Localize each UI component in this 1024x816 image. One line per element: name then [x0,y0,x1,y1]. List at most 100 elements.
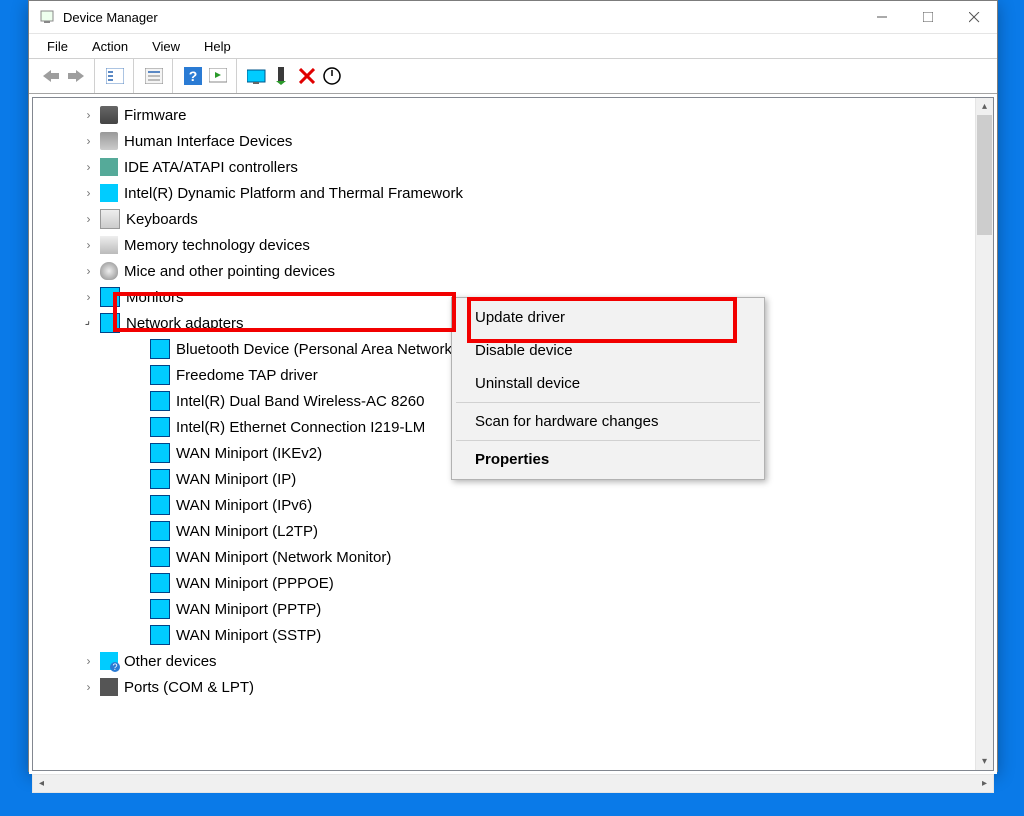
uninstall-device-button[interactable] [270,64,294,88]
menu-separator [456,402,760,403]
category-mice[interactable]: › Mice and other pointing devices [33,258,975,284]
memory-icon [100,236,118,254]
adapter-icon [150,625,170,645]
close-button[interactable] [951,1,997,33]
context-update-driver[interactable]: Update driver [455,301,761,334]
mouse-icon [100,262,118,280]
chevron-down-icon: › [78,313,99,334]
adapter-icon [150,365,170,385]
context-scan-hardware[interactable]: Scan for hardware changes [455,405,761,438]
category-firmware[interactable]: › Firmware [33,102,975,128]
chevron-right-icon: › [81,160,96,174]
tree-label: WAN Miniport (IPv6) [176,497,312,514]
minimize-button[interactable] [859,1,905,33]
horizontal-scrollbar[interactable]: ◂ ▸ [32,774,994,793]
device-wan-l2tp[interactable]: WAN Miniport (L2TP) [33,518,975,544]
tree-label: Ports (COM & LPT) [124,679,254,696]
category-other-devices[interactable]: ›? Other devices [33,648,975,674]
category-memory[interactable]: › Memory technology devices [33,232,975,258]
scroll-down-icon[interactable]: ▾ [976,753,993,770]
scroll-up-icon[interactable]: ▴ [976,98,993,115]
show-hide-tree-button[interactable] [103,64,127,88]
disable-device-button[interactable] [295,64,319,88]
category-intel-dptf[interactable]: ›Intel(R) Dynamic Platform and Thermal F… [33,180,975,206]
chevron-right-icon: › [81,134,96,148]
category-ports[interactable]: › Ports (COM & LPT) [33,674,975,700]
menu-file[interactable]: File [35,36,80,57]
tree-label: Firmware [124,107,187,124]
tree-label: Other devices [124,653,217,670]
device-wan-netmonitor[interactable]: WAN Miniport (Network Monitor) [33,544,975,570]
properties-button[interactable] [142,64,166,88]
category-ide[interactable]: › IDE ATA/ATAPI controllers [33,154,975,180]
tree-label: WAN Miniport (Network Monitor) [176,549,391,566]
menubar: File Action View Help [29,34,997,59]
tree-label: Freedome TAP driver [176,367,318,384]
scroll-right-icon[interactable]: ▸ [976,775,993,792]
vertical-scrollbar[interactable]: ▴ ▾ [975,98,993,770]
adapter-icon [150,573,170,593]
back-button[interactable] [39,64,63,88]
chevron-right-icon: › [81,108,96,122]
tree-label: IDE ATA/ATAPI controllers [124,159,298,176]
category-keyboards[interactable]: › Keyboards [33,206,975,232]
intel-icon [100,184,118,202]
app-icon [39,9,55,25]
chevron-right-icon: › [81,654,96,668]
ide-icon [100,158,118,176]
chevron-right-icon: › [81,290,96,304]
window-title: Device Manager [63,10,859,25]
update-driver-button[interactable] [245,64,269,88]
tree-label: Intel(R) Dynamic Platform and Thermal Fr… [124,185,463,202]
chevron-right-icon: › [81,238,96,252]
svg-text:?: ? [189,68,198,84]
titlebar[interactable]: Device Manager [29,1,997,34]
adapter-icon [150,495,170,515]
device-wan-sstp[interactable]: WAN Miniport (SSTP) [33,622,975,648]
tree-label: Mice and other pointing devices [124,263,335,280]
scrollbar-thumb[interactable] [977,115,992,235]
adapter-icon [150,339,170,359]
menu-help[interactable]: Help [192,36,243,57]
enable-device-button[interactable] [320,64,344,88]
chevron-right-icon: › [81,264,96,278]
help-button[interactable]: ? [181,64,205,88]
tree-label: WAN Miniport (L2TP) [176,523,318,540]
tree-label: Keyboards [126,211,198,228]
firmware-icon [100,106,118,124]
adapter-icon [150,547,170,567]
tree-label: Intel(R) Ethernet Connection I219-LM [176,419,425,436]
scroll-left-icon[interactable]: ◂ [33,775,50,792]
context-properties[interactable]: Properties [455,443,761,476]
tree-label: WAN Miniport (IKEv2) [176,445,322,462]
tree-label: Bluetooth Device (Personal Area Network) [176,341,457,358]
chevron-right-icon: › [81,212,96,226]
device-wan-pptp[interactable]: WAN Miniport (PPTP) [33,596,975,622]
context-uninstall-device[interactable]: Uninstall device [455,367,761,400]
scan-hardware-button[interactable] [206,64,230,88]
tree-label: WAN Miniport (SSTP) [176,627,321,644]
category-hid[interactable]: › Human Interface Devices [33,128,975,154]
context-disable-device[interactable]: Disable device [455,334,761,367]
context-menu: Update driver Disable device Uninstall d… [451,297,765,480]
tree-label: Human Interface Devices [124,133,292,150]
chevron-right-icon: › [81,680,96,694]
hid-icon [100,132,118,150]
maximize-button[interactable] [905,1,951,33]
adapter-icon [150,391,170,411]
forward-button[interactable] [64,64,88,88]
device-wan-pppoe[interactable]: WAN Miniport (PPPOE) [33,570,975,596]
menu-action[interactable]: Action [80,36,140,57]
tree-label: Monitors [126,289,184,306]
adapter-icon [150,443,170,463]
tree-label: Memory technology devices [124,237,310,254]
device-manager-window: Device Manager File Action View Help [28,0,998,772]
tree-label: WAN Miniport (PPPOE) [176,575,334,592]
device-wan-ipv6[interactable]: WAN Miniport (IPv6) [33,492,975,518]
toolbar: ? [29,59,997,94]
menu-view[interactable]: View [140,36,192,57]
other-devices-icon: ? [100,652,118,670]
menu-separator [456,440,760,441]
tree-label: WAN Miniport (IP) [176,471,296,488]
adapter-icon [150,599,170,619]
